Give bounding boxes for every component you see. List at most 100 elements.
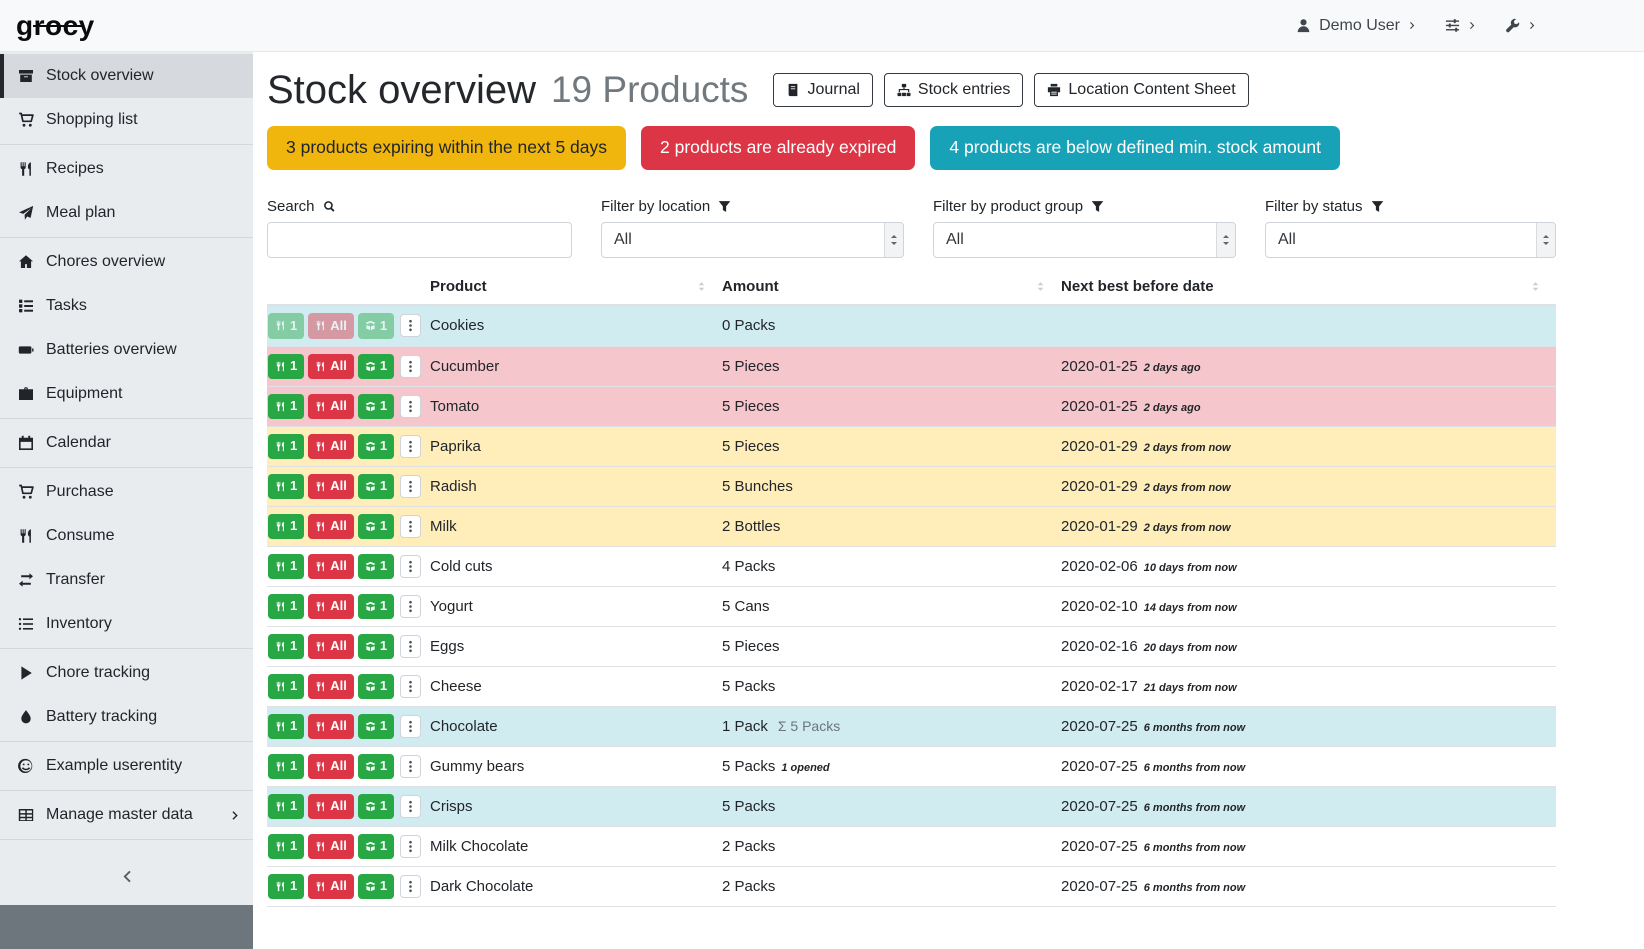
- sidebar-item-chore-tracking[interactable]: Chore tracking: [0, 651, 253, 695]
- stock-entries-button[interactable]: Stock entries: [884, 73, 1023, 107]
- product-name[interactable]: Cold cuts: [430, 558, 722, 575]
- open-one-button[interactable]: 1: [358, 514, 394, 539]
- admin-menu[interactable]: [1505, 18, 1537, 33]
- column-header-amount[interactable]: Amount: [722, 272, 1061, 304]
- location-content-sheet-button[interactable]: Location Content Sheet: [1034, 73, 1248, 107]
- consume-all-button[interactable]: All: [308, 634, 354, 659]
- consume-all-button[interactable]: All: [308, 434, 354, 459]
- consume-one-button[interactable]: 1: [268, 674, 304, 699]
- open-one-button[interactable]: 1: [358, 634, 394, 659]
- row-menu-button[interactable]: [400, 515, 421, 538]
- consume-one-button[interactable]: 1: [268, 714, 304, 739]
- consume-all-button[interactable]: All: [308, 674, 354, 699]
- consume-one-button[interactable]: 1: [268, 313, 304, 338]
- sidebar-item-shopping-list[interactable]: Shopping list: [0, 98, 253, 142]
- product-name[interactable]: Paprika: [430, 438, 722, 455]
- user-menu[interactable]: Demo User: [1296, 17, 1417, 35]
- sidebar-item-transfer[interactable]: Transfer: [0, 558, 253, 602]
- product-name[interactable]: Eggs: [430, 638, 722, 655]
- product-name[interactable]: Cucumber: [430, 358, 722, 375]
- product-name[interactable]: Tomato: [430, 398, 722, 415]
- sidebar-item-recipes[interactable]: Recipes: [0, 147, 253, 191]
- product-name[interactable]: Radish: [430, 478, 722, 495]
- consume-one-button[interactable]: 1: [268, 514, 304, 539]
- alert-expired[interactable]: 2 products are already expired: [641, 126, 915, 170]
- open-one-button[interactable]: 1: [358, 594, 394, 619]
- consume-one-button[interactable]: 1: [268, 594, 304, 619]
- consume-all-button[interactable]: All: [308, 514, 354, 539]
- open-one-button[interactable]: 1: [358, 794, 394, 819]
- open-one-button[interactable]: 1: [358, 714, 394, 739]
- consume-all-button[interactable]: All: [308, 394, 354, 419]
- open-one-button[interactable]: 1: [358, 874, 394, 899]
- sidebar-item-calendar[interactable]: Calendar: [0, 421, 253, 465]
- status-select[interactable]: All: [1265, 222, 1556, 258]
- product-name[interactable]: Milk Chocolate: [430, 838, 722, 855]
- consume-one-button[interactable]: 1: [268, 834, 304, 859]
- product-name[interactable]: Chocolate: [430, 718, 722, 735]
- consume-all-button[interactable]: All: [308, 594, 354, 619]
- consume-one-button[interactable]: 1: [268, 474, 304, 499]
- open-one-button[interactable]: 1: [358, 394, 394, 419]
- consume-all-button[interactable]: All: [308, 874, 354, 899]
- sidebar-item-equipment[interactable]: Equipment: [0, 372, 253, 416]
- journal-button[interactable]: Journal: [773, 73, 872, 107]
- product-name[interactable]: Crisps: [430, 798, 722, 815]
- consume-one-button[interactable]: 1: [268, 554, 304, 579]
- product-name[interactable]: Gummy bears: [430, 758, 722, 775]
- open-one-button[interactable]: 1: [358, 354, 394, 379]
- row-menu-button[interactable]: [400, 795, 421, 818]
- consume-one-button[interactable]: 1: [268, 434, 304, 459]
- open-one-button[interactable]: 1: [358, 474, 394, 499]
- search-input[interactable]: [267, 222, 572, 258]
- sidebar-item-chores-overview[interactable]: Chores overview: [0, 240, 253, 284]
- sidebar-collapse-button[interactable]: [0, 847, 253, 905]
- app-logo[interactable]: grocy: [16, 10, 95, 42]
- open-one-button[interactable]: 1: [358, 313, 394, 338]
- alert-below-min-stock[interactable]: 4 products are below defined min. stock …: [930, 126, 1340, 170]
- consume-all-button[interactable]: All: [308, 313, 354, 338]
- product-name[interactable]: Dark Chocolate: [430, 878, 722, 895]
- row-menu-button[interactable]: [400, 475, 421, 498]
- consume-one-button[interactable]: 1: [268, 354, 304, 379]
- open-one-button[interactable]: 1: [358, 834, 394, 859]
- consume-one-button[interactable]: 1: [268, 634, 304, 659]
- consume-all-button[interactable]: All: [308, 794, 354, 819]
- row-menu-button[interactable]: [400, 875, 421, 898]
- row-menu-button[interactable]: [400, 595, 421, 618]
- row-menu-button[interactable]: [400, 835, 421, 858]
- product-name[interactable]: Milk: [430, 518, 722, 535]
- row-menu-button[interactable]: [400, 395, 421, 418]
- sidebar-item-tasks[interactable]: Tasks: [0, 284, 253, 328]
- row-menu-button[interactable]: [400, 715, 421, 738]
- consume-all-button[interactable]: All: [308, 754, 354, 779]
- product-name[interactable]: Cheese: [430, 678, 722, 695]
- sidebar-item-meal-plan[interactable]: Meal plan: [0, 191, 253, 235]
- row-menu-button[interactable]: [400, 555, 421, 578]
- column-header-product[interactable]: Product: [430, 272, 722, 304]
- open-one-button[interactable]: 1: [358, 434, 394, 459]
- row-menu-button[interactable]: [400, 635, 421, 658]
- consume-all-button[interactable]: All: [308, 554, 354, 579]
- consume-all-button[interactable]: All: [308, 354, 354, 379]
- product-name[interactable]: Cookies: [430, 317, 722, 334]
- product-name[interactable]: Yogurt: [430, 598, 722, 615]
- sidebar-item-stock-overview[interactable]: Stock overview: [0, 54, 253, 98]
- open-one-button[interactable]: 1: [358, 754, 394, 779]
- sidebar-item-inventory[interactable]: Inventory: [0, 602, 253, 646]
- row-menu-button[interactable]: [400, 675, 421, 698]
- location-select[interactable]: All: [601, 222, 904, 258]
- consume-one-button[interactable]: 1: [268, 794, 304, 819]
- sidebar-item-manage-master-data[interactable]: Manage master data: [0, 793, 253, 837]
- consume-all-button[interactable]: All: [308, 834, 354, 859]
- row-menu-button[interactable]: [400, 355, 421, 378]
- sidebar-item-purchase[interactable]: Purchase: [0, 470, 253, 514]
- sidebar-item-battery-tracking[interactable]: Battery tracking: [0, 695, 253, 739]
- consume-all-button[interactable]: All: [308, 714, 354, 739]
- consume-one-button[interactable]: 1: [268, 754, 304, 779]
- settings-menu[interactable]: [1445, 18, 1477, 33]
- consume-one-button[interactable]: 1: [268, 394, 304, 419]
- row-menu-button[interactable]: [400, 755, 421, 778]
- sidebar-item-consume[interactable]: Consume: [0, 514, 253, 558]
- product-group-select[interactable]: All: [933, 222, 1236, 258]
